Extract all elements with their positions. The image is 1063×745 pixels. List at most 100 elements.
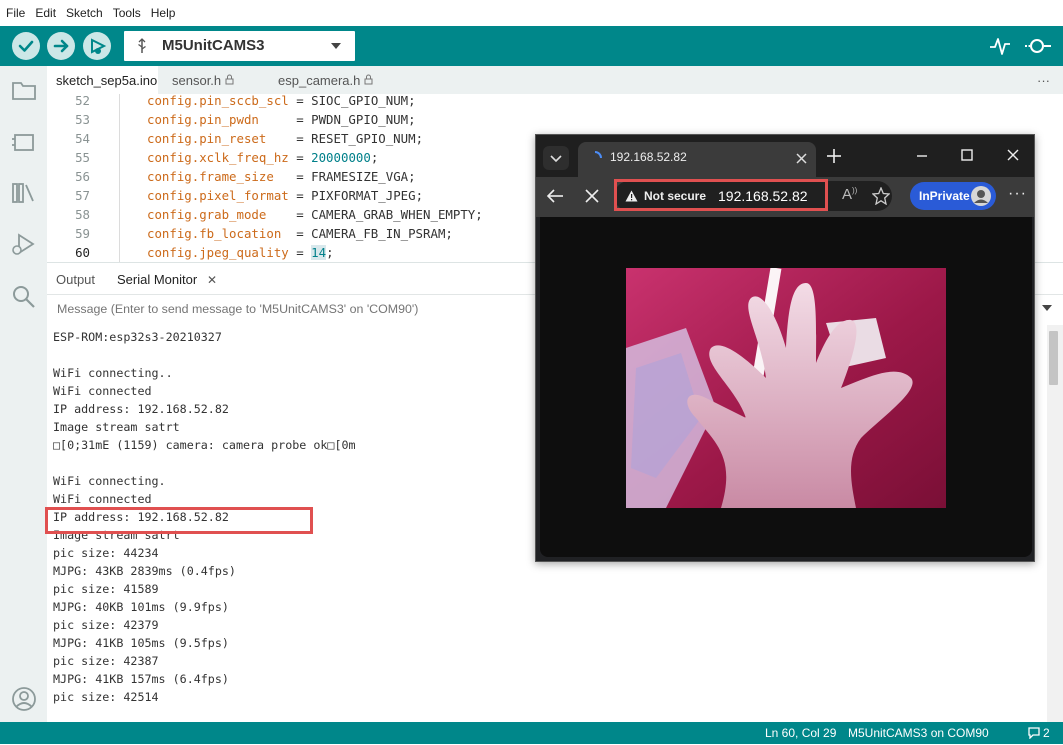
serial-monitor-icon[interactable] [1024,34,1052,58]
serial-line: □[0;31mE (1159) camera: camera probe ok□… [53,438,356,452]
debug-button[interactable] [83,32,111,60]
menu-help[interactable]: Help [146,0,181,26]
tab-label: sensor.h [172,73,222,88]
code-text: config.pin_reset = RESET_GPIO_NUM; [147,131,424,146]
chevron-down-icon[interactable] [1042,305,1052,313]
line-number: 56 [75,169,90,184]
lock-icon [225,74,234,85]
menu-bar: File Edit Sketch Tools Help [0,0,1063,26]
tab-sketch[interactable]: sketch_sep5a.ino [47,66,158,94]
code-text: config.pin_pwdn = PWDN_GPIO_NUM; [147,112,416,127]
board-name: M5UnitCAMS3 [162,37,265,54]
browser-window: 192.168.52.82 Not secure 192.168.52.82 A… [535,134,1035,562]
close-window-icon[interactable] [1007,149,1019,161]
serial-line: pic size: 42379 [53,618,159,632]
inprivate-label: InPrivate [919,189,970,203]
line-number: 55 [75,150,90,165]
scrollbar-thumb[interactable] [1049,331,1058,385]
code-text: config.jpeg_quality = 14; [147,245,334,260]
serial-line: MJPG: 40KB 101ms (9.9fps) [53,600,229,614]
read-aloud-icon[interactable]: A)) [842,186,857,203]
stop-loading-icon[interactable] [585,189,599,203]
code-text: config.xclk_freq_hz = 20000000; [147,150,379,165]
notification-count: 2 [1043,726,1050,740]
tab-label: esp_camera.h [278,73,361,88]
board-selector[interactable]: M5UnitCAMS3 [124,31,355,61]
code-text: config.pin_sccb_scl = SIOC_GPIO_NUM; [147,94,416,108]
tab-serial-monitor[interactable]: Serial Monitor [117,263,197,297]
serial-line: pic size: 44234 [53,546,159,560]
code-text: config.grab_mode = CAMERA_GRAB_WHEN_EMPT… [147,207,483,222]
serial-line: WiFi connecting. [53,474,166,488]
serial-line: MJPG: 41KB 157ms (6.4fps) [53,672,229,686]
cursor-position[interactable]: Ln 60, Col 29 [765,722,836,745]
serial-line: MJPG: 41KB 105ms (9.5fps) [53,636,229,650]
status-bar: Ln 60, Col 29 M5UnitCAMS3 on COM90 2 [0,722,1063,744]
tab-label: sketch_sep5a.ino [56,73,158,88]
loading-spinner-icon [594,151,602,159]
favorite-star-icon[interactable] [872,187,890,205]
verify-button[interactable] [12,32,40,60]
pulse-icon[interactable] [989,35,1011,57]
debug-sidebar-icon[interactable] [11,232,37,258]
check-icon [18,40,34,52]
serial-line: WiFi connected [53,384,152,398]
close-icon[interactable]: ✕ [207,263,217,297]
menu-sketch[interactable]: Sketch [61,0,108,26]
tab-actions-button[interactable] [543,146,569,170]
serial-line: pic size: 42387 [53,654,159,668]
menu-file[interactable]: File [0,0,30,26]
search-icon[interactable] [11,284,37,310]
serial-scrollbar[interactable] [1047,325,1063,722]
line-number: 57 [75,188,90,203]
maximize-icon[interactable] [961,149,973,161]
code-text: config.fb_location = CAMERA_FB_IN_PSRAM; [147,226,453,241]
serial-line: WiFi connected [53,492,152,506]
close-tab-icon[interactable] [796,153,807,164]
code-line[interactable]: 53 config.pin_pwdn = PWDN_GPIO_NUM; [47,110,1063,129]
tab-output[interactable]: Output [56,263,95,297]
code-text: config.frame_size = FRAMESIZE_VGA; [147,169,416,184]
tab-esp-camera-h[interactable]: esp_camera.h [269,66,379,94]
browser-tab-bar: 192.168.52.82 [536,135,1034,177]
serial-line: ESP-ROM:esp32s3-20210327 [53,330,222,344]
account-icon[interactable] [11,686,37,712]
library-icon[interactable] [11,180,37,206]
serial-line: IP address: 192.168.52.82 [53,402,229,416]
upload-button[interactable] [47,32,75,60]
serial-line: pic size: 42514 [53,690,159,704]
more-menu-icon[interactable]: ··· [1008,185,1027,203]
editor-tabs: sketch_sep5a.ino sensor.h esp_camera.h ·… [47,66,1063,95]
arrow-right-icon [53,39,69,53]
activity-bar [0,66,47,722]
line-number: 53 [75,112,90,127]
usb-icon [138,38,146,53]
avatar [971,186,991,206]
line-number: 58 [75,207,90,222]
new-tab-icon[interactable] [826,148,842,164]
serial-line: Image stream satrt [53,420,180,434]
browser-tab[interactable]: 192.168.52.82 [578,142,816,177]
menu-tools[interactable]: Tools [108,0,146,26]
tabs-more-button[interactable]: ··· [1037,66,1050,94]
code-line[interactable]: 52 config.pin_sccb_scl = SIOC_GPIO_NUM; [47,94,1063,110]
toolbar: M5UnitCAMS3 [0,26,1063,66]
folder-icon[interactable] [11,78,37,102]
chevron-down-icon [550,155,562,163]
line-number: 60 [75,245,90,260]
menu-edit[interactable]: Edit [30,0,61,26]
line-number: 52 [75,94,90,108]
line-number: 54 [75,131,90,146]
minimize-icon[interactable] [916,150,928,162]
serial-line: WiFi connecting.. [53,366,173,380]
back-arrow-icon[interactable] [546,188,564,204]
browser-tab-title: 192.168.52.82 [610,150,687,164]
camera-stream-image [626,268,946,508]
notification-icon[interactable] [1028,727,1040,739]
tab-sensor-h[interactable]: sensor.h [163,66,243,94]
board-manager-icon[interactable] [11,130,37,154]
inprivate-badge[interactable]: InPrivate [910,182,996,210]
serial-line: MJPG: 43KB 2839ms (0.4fps) [53,564,236,578]
serial-line: pic size: 41589 [53,582,159,596]
board-port[interactable]: M5UnitCAMS3 on COM90 [848,722,989,745]
